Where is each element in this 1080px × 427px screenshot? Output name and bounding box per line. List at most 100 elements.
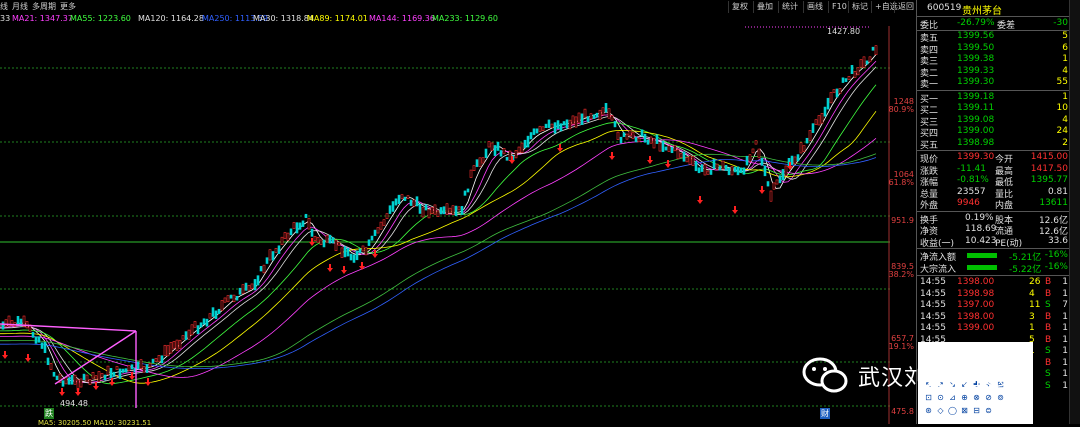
ma-legend-item: MA144: 1169.36: [369, 14, 435, 23]
candlestick: [139, 359, 143, 369]
candlestick: [535, 128, 539, 134]
candlestick: [631, 132, 635, 140]
candlestick: [73, 374, 77, 385]
candlestick: [415, 196, 419, 207]
fuquan-button[interactable]: 复权: [728, 1, 751, 13]
candlestick: [214, 310, 218, 319]
candlestick: [136, 361, 140, 370]
buy-signal-arrow: [359, 262, 365, 270]
candlestick: [781, 169, 785, 181]
ma-legend-item: MA233: 1129.60: [432, 14, 498, 23]
f10-button[interactable]: F10: [828, 1, 850, 13]
candlestick: [688, 155, 692, 165]
candlestick: [736, 166, 740, 176]
candlestick: [559, 123, 563, 132]
candlestick: [403, 196, 407, 201]
candlestick: [457, 206, 461, 211]
draw-tool-icon[interactable]: ◇: [936, 406, 945, 415]
candlestick: [238, 287, 242, 295]
candlestick: [64, 377, 68, 385]
candlestick: [70, 375, 74, 385]
candlestick: [292, 222, 296, 229]
candlestick: [817, 115, 821, 126]
candlestick: [541, 126, 545, 131]
candlestick: [172, 340, 176, 349]
candlestick: [841, 77, 845, 83]
candlestick: [52, 371, 56, 377]
candlestick: [265, 257, 269, 264]
candlestick: [676, 149, 680, 160]
quote-stat-row: 总量 23557 量比 0.81: [920, 186, 1068, 200]
ma-legend-item: 33: [0, 14, 11, 23]
back-button[interactable]: 返回: [894, 1, 917, 13]
candlestick: [88, 379, 92, 385]
draw-tool-icon[interactable]: ⊟: [972, 406, 981, 415]
candlestick: [61, 380, 65, 387]
candlestick: [763, 165, 767, 177]
candlestick: [412, 199, 416, 207]
candlestick: [118, 368, 122, 379]
candlestick: [145, 364, 149, 373]
order-book-row: 买一 1399.18 1: [920, 91, 1068, 105]
event-marker-cai[interactable]: 财: [820, 408, 830, 419]
tongji-button[interactable]: 统计: [778, 1, 801, 13]
candlestick: [328, 234, 332, 244]
candlestick: [760, 157, 764, 166]
candlestick: [640, 129, 644, 137]
candlestick: [814, 119, 818, 125]
buy-signal-arrow: [327, 264, 333, 272]
candlestick: [193, 321, 197, 328]
candlestick: [256, 275, 260, 286]
candlestick: [424, 204, 428, 211]
candlestick: [301, 220, 305, 227]
candlestick: [280, 236, 284, 245]
candlestick: [766, 181, 770, 187]
draw-tool-icon[interactable]: ◯: [948, 406, 957, 415]
candlestick: [82, 373, 86, 380]
draw-tool-icon[interactable]: ⊜: [984, 406, 993, 415]
candlestick: [241, 284, 245, 294]
candlestick: [352, 254, 356, 263]
period-more[interactable]: 更多: [60, 1, 76, 12]
candlestick: [154, 358, 158, 362]
candlestick: [742, 167, 746, 175]
candlestick: [235, 295, 239, 301]
diejia-button[interactable]: 叠加: [753, 1, 776, 13]
candlestick: [226, 295, 230, 303]
candlestick: [208, 313, 212, 319]
candlestick: [319, 239, 323, 245]
huaxian-button[interactable]: 画线: [803, 1, 826, 13]
candlestick: [130, 364, 134, 370]
candlestick: [199, 322, 203, 328]
event-marker-die[interactable]: 跌: [44, 408, 54, 419]
period-month[interactable]: 月线: [12, 1, 28, 12]
candlestick: [313, 235, 317, 241]
price-axis-label: 475.8: [891, 407, 914, 416]
money-flow-row: 净流入额 -5.21亿 -16%: [920, 250, 1068, 263]
candlestick: [463, 190, 467, 196]
candlestick: [184, 331, 188, 341]
candlestick: [790, 155, 794, 165]
side-toolbar[interactable]: [1069, 0, 1080, 424]
period-multi[interactable]: 多周期: [32, 1, 56, 12]
candlestick: [67, 377, 71, 385]
candlestick: [811, 123, 815, 133]
draw-tool-icon[interactable]: ⊠: [960, 406, 969, 415]
candlestick: [517, 146, 521, 153]
candlestick: [394, 198, 398, 206]
buy-signal-arrow: [732, 206, 738, 214]
kline-chart[interactable]: [0, 26, 916, 424]
stock-code: 600519: [927, 3, 962, 13]
candlestick: [358, 248, 362, 254]
period-line[interactable]: 线: [0, 1, 8, 12]
biaoji-button[interactable]: 标记: [848, 1, 871, 13]
candlestick: [259, 266, 263, 272]
candlestick: [55, 375, 59, 381]
candlestick: [727, 167, 731, 176]
candlestick: [796, 154, 800, 162]
candlestick: [85, 374, 89, 382]
candlestick: [556, 120, 560, 129]
draw-tool-icon[interactable]: ⊛: [924, 406, 933, 415]
candlestick: [295, 222, 299, 234]
candlestick: [283, 232, 287, 239]
